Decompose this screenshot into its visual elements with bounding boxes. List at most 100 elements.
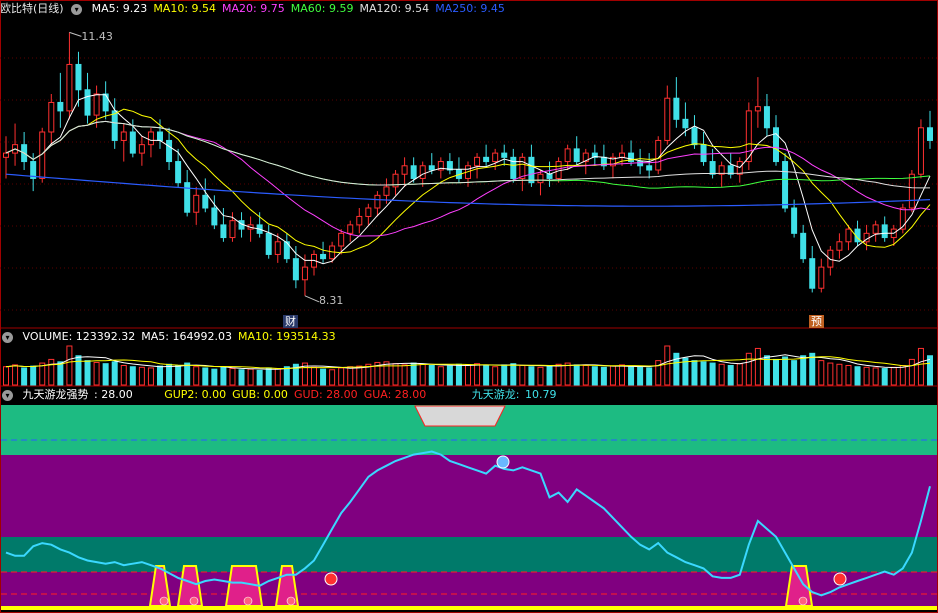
volume-bar — [519, 365, 526, 386]
volume-bar — [138, 366, 145, 386]
volume-bar — [39, 362, 46, 386]
volume-bar — [229, 368, 236, 386]
volume-bar — [75, 355, 82, 386]
candle-body — [908, 173, 915, 209]
candle-body — [573, 148, 580, 163]
volume-bar — [220, 366, 227, 386]
low-price-label: 8.31 — [318, 293, 344, 307]
volume-bar — [66, 345, 73, 386]
volume-bar — [863, 366, 870, 386]
candle-body — [401, 165, 408, 175]
candle-body — [881, 224, 888, 239]
candle-body — [827, 249, 834, 268]
strength-notch — [414, 405, 506, 427]
volume-bar — [555, 363, 562, 386]
candle-body — [410, 165, 417, 179]
candle-body — [84, 89, 91, 116]
candle-body — [184, 182, 191, 213]
volume-bar — [3, 366, 9, 386]
candle-body — [682, 118, 689, 129]
volume-bar — [619, 364, 625, 386]
candle-body — [147, 131, 154, 146]
volume-bar — [283, 366, 290, 386]
candle-body — [917, 127, 924, 175]
volume-bar — [700, 361, 707, 386]
financial-report-tag[interactable]: 财 — [283, 315, 298, 328]
volume-bar — [818, 360, 825, 386]
volume-bar — [691, 360, 698, 386]
volume-bar — [782, 356, 789, 386]
candle-body — [347, 224, 354, 234]
volume-bar — [157, 365, 163, 386]
candle-body — [428, 165, 435, 171]
volume-bar — [908, 358, 915, 386]
candle-body — [75, 63, 82, 91]
forecast-tag[interactable]: 预 — [809, 315, 824, 328]
candle-body — [619, 152, 625, 158]
blue-ball-icon — [496, 455, 510, 469]
volume-bar — [510, 363, 517, 386]
volume-bar — [410, 362, 417, 386]
candle-body — [546, 173, 553, 179]
candle-body — [782, 161, 789, 209]
volume-bar — [582, 365, 589, 386]
volume-bar — [12, 364, 19, 386]
volume-bar — [773, 358, 779, 386]
chart-canvas[interactable] — [0, 0, 938, 613]
volume-bar — [329, 369, 336, 386]
candle-body — [301, 266, 308, 281]
candle-body — [700, 144, 707, 163]
volume-bar — [890, 366, 897, 386]
high-price-label: 11.43 — [81, 30, 113, 44]
volume-bar — [791, 360, 798, 386]
volume-bar — [202, 367, 209, 386]
red-ball-icon — [833, 572, 847, 586]
candle-body — [57, 101, 64, 112]
volume-bar — [238, 369, 245, 386]
volume-bar — [102, 363, 109, 386]
volume-bar — [347, 366, 354, 386]
volume-bar — [311, 366, 317, 386]
candle-body — [537, 173, 544, 184]
volume-bar — [872, 367, 879, 386]
candle-body — [157, 131, 163, 141]
volume-bar — [600, 366, 607, 386]
candle-body — [754, 106, 761, 112]
candle-body — [709, 161, 716, 175]
candle-body — [791, 207, 798, 234]
volume-bar — [881, 368, 888, 386]
volume-bar — [637, 366, 644, 386]
candle-body — [800, 232, 807, 260]
candle-body — [166, 139, 173, 163]
diamond-icon — [286, 596, 296, 606]
volume-bar — [93, 361, 100, 386]
candle-body — [763, 106, 770, 129]
candle-body — [483, 156, 490, 163]
volume-bar — [428, 365, 435, 386]
volume-bar — [419, 363, 426, 386]
volume-bar — [673, 352, 680, 386]
candle-body — [129, 131, 136, 154]
volume-bar — [745, 352, 752, 386]
volume-bar — [492, 366, 499, 386]
volume-bar — [465, 364, 471, 386]
volume-bar — [917, 347, 924, 386]
diamond-icon — [243, 596, 253, 606]
volume-bar — [274, 368, 281, 386]
candle-body — [836, 241, 843, 251]
volume-bar — [48, 358, 55, 386]
candle-body — [383, 186, 390, 196]
candle-body — [519, 156, 526, 179]
candle-body — [48, 101, 55, 133]
candle-body — [492, 152, 499, 163]
volume-bar — [147, 367, 154, 386]
candle-body — [102, 93, 109, 112]
candle-body — [501, 152, 508, 158]
volume-bar — [800, 355, 807, 386]
candle-body — [872, 224, 879, 234]
volume-bar — [184, 362, 191, 386]
candle-body — [338, 232, 345, 247]
candle-body — [111, 110, 118, 141]
volume-bar — [709, 362, 716, 386]
candle-body — [474, 156, 481, 167]
